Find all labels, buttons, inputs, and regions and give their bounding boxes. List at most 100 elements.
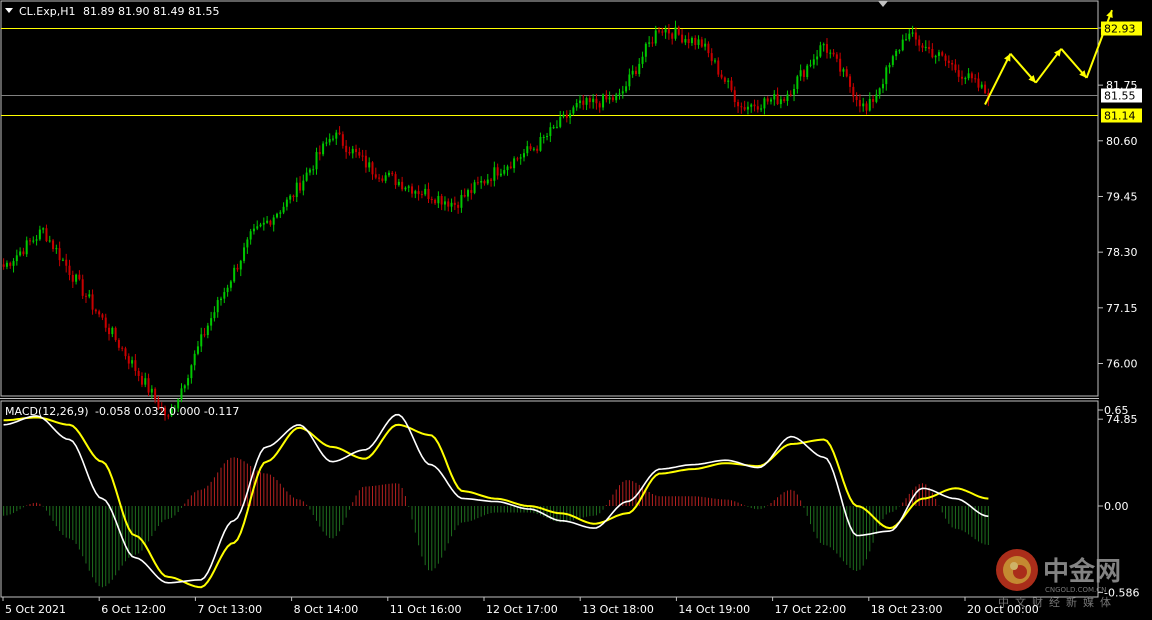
candle xyxy=(414,189,417,199)
candle xyxy=(977,72,980,92)
candle xyxy=(358,147,361,159)
triangle-down-icon[interactable] xyxy=(5,8,13,13)
candle xyxy=(746,101,749,115)
candle xyxy=(55,244,58,254)
candle xyxy=(697,35,700,49)
candle xyxy=(914,27,917,46)
candle xyxy=(908,28,911,42)
time-tick-label: 14 Oct 19:00 xyxy=(678,603,750,616)
level-price-tag-label: 81.14 xyxy=(1104,110,1136,123)
candle xyxy=(842,67,845,77)
candle xyxy=(292,194,295,202)
watermark: 中金网 CNGOLD.COM.CN 中文财经新媒体 xyxy=(996,549,1121,609)
candle xyxy=(150,385,153,399)
candle xyxy=(430,196,433,204)
candle xyxy=(473,179,476,195)
candle xyxy=(266,215,269,224)
candle xyxy=(812,54,815,69)
candle xyxy=(42,227,45,234)
candle xyxy=(335,129,338,145)
candle xyxy=(964,76,967,84)
candle xyxy=(480,176,483,189)
candle xyxy=(75,273,78,285)
candle xyxy=(322,141,325,157)
candle xyxy=(628,68,631,91)
candle xyxy=(704,38,707,51)
chart-shift-marker-icon[interactable] xyxy=(878,1,888,7)
candle xyxy=(648,36,651,48)
candle xyxy=(519,153,522,165)
candle xyxy=(98,309,101,318)
candle xyxy=(516,156,519,162)
candle xyxy=(970,71,973,83)
level-price-tag: 81.14 xyxy=(1101,108,1142,123)
price-tick-label: 78.30 xyxy=(1106,246,1138,259)
candle xyxy=(499,168,502,178)
candle xyxy=(509,161,512,170)
forecast-arrow xyxy=(1060,48,1088,79)
candle xyxy=(35,234,38,246)
candle xyxy=(351,145,354,159)
candle xyxy=(233,264,236,283)
candle xyxy=(707,41,710,58)
candle xyxy=(180,383,183,403)
forecast-arrow xyxy=(984,53,1012,105)
candle xyxy=(634,66,637,77)
candle xyxy=(355,144,358,158)
time-tick-label: 17 Oct 22:00 xyxy=(775,603,847,616)
watermark-logo-icon xyxy=(996,549,1038,591)
candle xyxy=(677,25,680,36)
candle xyxy=(753,99,756,112)
candle xyxy=(740,102,743,114)
candle xyxy=(5,260,8,270)
candlestick-series xyxy=(2,20,990,421)
candle xyxy=(760,104,763,112)
candle xyxy=(68,259,71,281)
candle xyxy=(496,163,499,180)
candle xyxy=(463,188,466,198)
candle xyxy=(690,36,693,46)
candle xyxy=(555,120,558,129)
macd-tick-label: 0.00 xyxy=(1104,500,1129,513)
candle xyxy=(206,322,209,339)
candle xyxy=(967,68,970,81)
candle xyxy=(338,126,341,136)
candle xyxy=(974,74,977,83)
candle xyxy=(763,96,766,115)
candle xyxy=(931,43,934,59)
price-axis[interactable]: 82.9381.7580.6079.4578.3077.1576.0074.85… xyxy=(1098,21,1142,427)
candle xyxy=(15,249,18,266)
time-axis[interactable]: 5 Oct 2021 6 Oct 12:00 7 Oct 13:00 8 Oct 14… xyxy=(2,597,1039,616)
candle xyxy=(305,167,308,182)
candle xyxy=(443,196,446,211)
candle xyxy=(124,346,127,360)
candle xyxy=(766,96,769,105)
candle xyxy=(733,86,736,108)
candle xyxy=(526,140,529,157)
candle xyxy=(891,54,894,68)
macd-indicator-label: MACD(12,26,9) xyxy=(5,405,89,418)
candle xyxy=(895,48,898,61)
candle xyxy=(641,51,644,68)
candle xyxy=(582,94,585,110)
macd-tick-label: -0.586 xyxy=(1104,587,1139,600)
candle xyxy=(447,198,450,212)
candle xyxy=(957,64,960,83)
candle xyxy=(592,94,595,109)
candle xyxy=(832,49,835,57)
candle xyxy=(216,296,219,318)
price-tick-label: 77.15 xyxy=(1106,302,1138,315)
candle xyxy=(855,92,858,107)
candle xyxy=(720,69,723,80)
current-price-tag-label: 81.55 xyxy=(1104,90,1136,103)
candle xyxy=(361,149,364,162)
candle xyxy=(786,90,789,106)
candle xyxy=(411,183,414,198)
candle xyxy=(104,313,107,332)
candle xyxy=(671,32,674,45)
candle xyxy=(348,146,351,156)
candle xyxy=(911,25,914,37)
time-tick-label: 6 Oct 12:00 xyxy=(101,603,166,616)
candle xyxy=(483,179,486,186)
candle xyxy=(578,94,581,109)
